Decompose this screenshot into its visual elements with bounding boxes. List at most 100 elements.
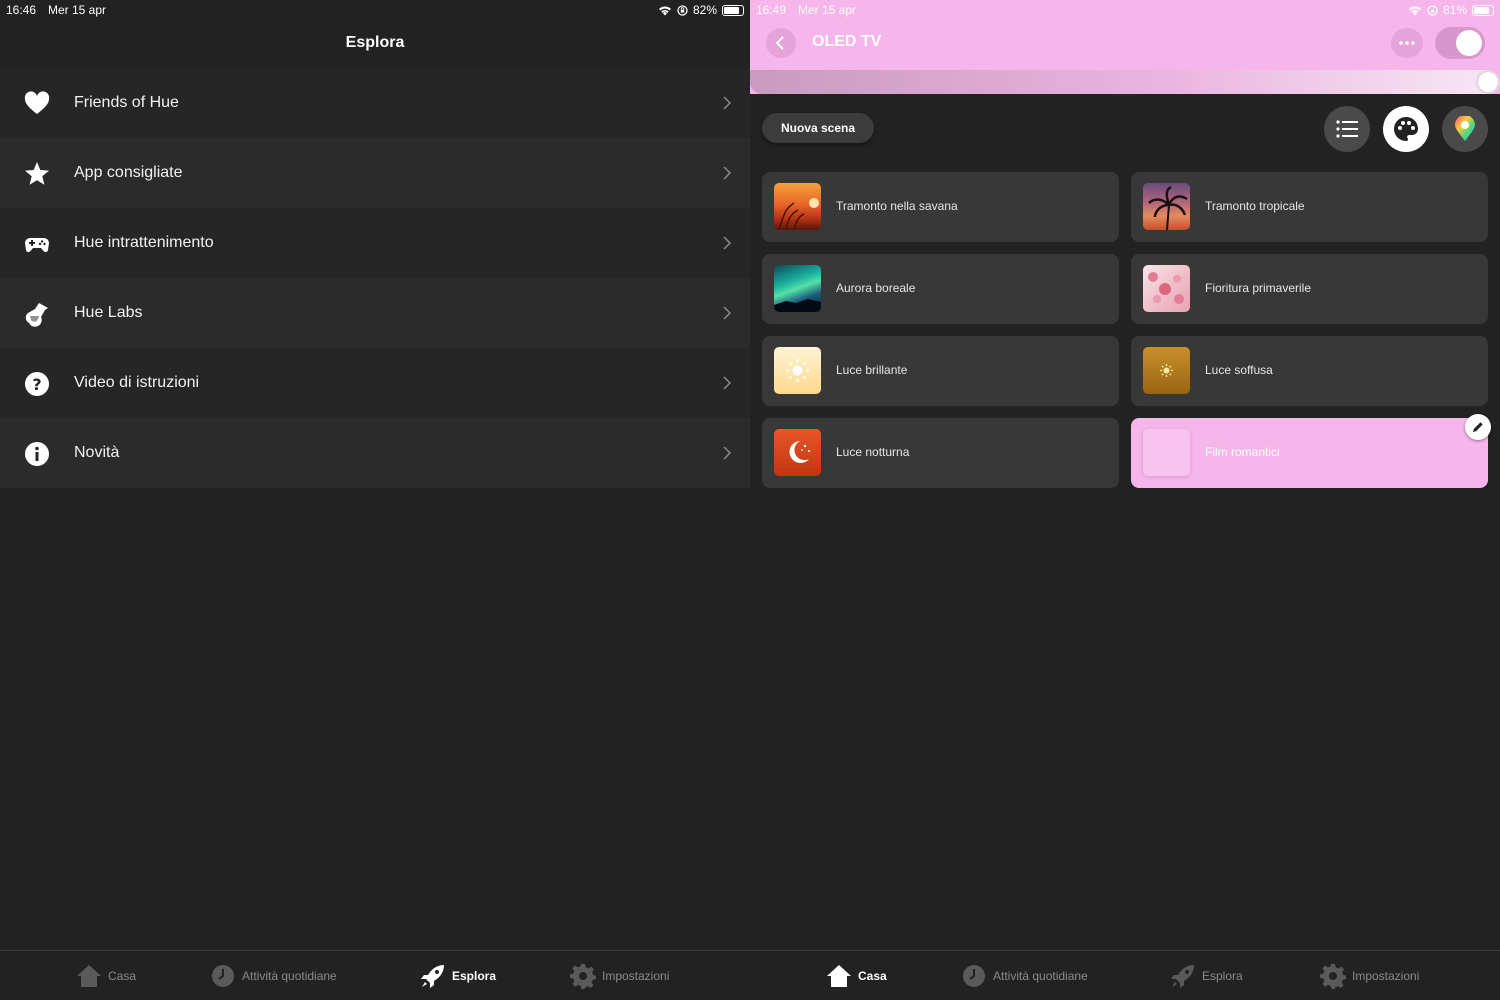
home-icon: [827, 965, 851, 987]
toggle-knob: [1456, 30, 1482, 56]
tab-attivita-quotidiane[interactable]: Attività quotidiane: [961, 963, 1088, 989]
battery-icon: [1472, 4, 1494, 16]
tab-label: Attività quotidiane: [993, 969, 1088, 983]
scene-card-film-romantici[interactable]: Film romantici: [1131, 418, 1488, 488]
scene-card-aurora-boreale[interactable]: Aurora boreale: [762, 254, 1119, 324]
status-bar: 16:49 Mer 15 apr 81%: [750, 0, 1500, 20]
room-header: 16:49 Mer 15 apr 81% OLED TV: [750, 0, 1500, 94]
tab-casa[interactable]: Casa: [826, 963, 887, 989]
chevron-right-icon: [723, 446, 732, 460]
scene-name: Aurora boreale: [836, 281, 916, 295]
status-bar: 16:46 Mer 15 apr 82%: [0, 0, 750, 20]
wifi-icon: [658, 6, 671, 15]
back-button[interactable]: [766, 28, 796, 58]
menu-item-label: Video di istruzioni: [74, 374, 200, 391]
scene-card-fioritura-primaverile[interactable]: Fioritura primaverile: [1131, 254, 1488, 324]
list-icon: [1336, 120, 1358, 138]
menu-item-label: Novità: [74, 444, 120, 461]
scene-thumbnail: [774, 183, 821, 230]
new-scene-button[interactable]: Nuova scena: [762, 113, 874, 143]
heart-icon: [24, 91, 50, 114]
clock-icon: [212, 965, 234, 987]
scene-card-luce-notturna[interactable]: Luce notturna: [762, 418, 1119, 488]
tab-label: Attività quotidiane: [242, 969, 337, 983]
color-picker-icon: [1455, 116, 1475, 141]
brightness-slider[interactable]: [750, 70, 1500, 94]
scene-name: Tramonto tropicale: [1205, 199, 1305, 213]
gamepad-icon: [25, 238, 49, 253]
rocket-icon: [421, 965, 444, 988]
menu-item-app-consigliate[interactable]: App consigliate: [0, 138, 750, 208]
scene-thumbnail: [774, 429, 821, 476]
status-date: Mer 15 apr: [48, 3, 107, 17]
pencil-icon: [1473, 422, 1483, 432]
chevron-right-icon: [723, 376, 732, 390]
tab-label: Impostazioni: [602, 969, 670, 983]
scene-card-tramonto-nella-savana[interactable]: Tramonto nella savana: [762, 172, 1119, 242]
tab-esplora[interactable]: Esplora: [420, 963, 496, 989]
chevron-right-icon: [723, 96, 732, 110]
status-indicators: 82%: [658, 3, 744, 17]
scene-name: Film romantici: [1205, 445, 1280, 459]
more-icon: [1399, 41, 1415, 45]
rocket-icon: [1171, 965, 1194, 988]
room-power-toggle[interactable]: [1435, 27, 1485, 59]
tab-label: Impostazioni: [1352, 969, 1420, 983]
chevron-right-icon: [723, 166, 732, 180]
scene-card-tramonto-tropicale[interactable]: Tramonto tropicale: [1131, 172, 1488, 242]
menu-item-novita[interactable]: Novità: [0, 418, 750, 488]
scene-name: Luce notturna: [836, 445, 910, 459]
scene-name: Fioritura primaverile: [1205, 281, 1312, 295]
menu-item-label: App consigliate: [74, 164, 183, 181]
menu-item-video-di-istruzioni[interactable]: ? Video di istruzioni: [0, 348, 750, 418]
tab-label: Casa: [108, 969, 137, 983]
tab-bar: Casa Attività quotidiane Esplora Imposta…: [0, 950, 750, 1000]
scene-thumbnail: [1143, 429, 1190, 476]
clock-icon: [963, 965, 985, 987]
scene-name: Luce soffusa: [1205, 363, 1273, 377]
tab-casa[interactable]: Casa: [76, 963, 136, 989]
tab-attivita-quotidiane[interactable]: Attività quotidiane: [210, 963, 337, 989]
tab-label: Esplora: [1202, 969, 1243, 983]
info-icon: [25, 442, 49, 466]
scene-thumbnail: [774, 347, 821, 394]
star-icon: [25, 162, 49, 185]
tab-impostazioni[interactable]: Impostazioni: [1320, 963, 1419, 989]
brightness-slider-thumb[interactable]: [1478, 72, 1498, 92]
palette-icon: [1394, 117, 1418, 141]
battery-percent: 82%: [692, 3, 717, 17]
status-date: Mer 15 apr: [798, 3, 857, 17]
menu-item-hue-labs[interactable]: Hue Labs: [0, 278, 750, 348]
scene-card-luce-brillante[interactable]: Luce brillante: [762, 336, 1119, 406]
edit-scene-button[interactable]: [1465, 414, 1491, 440]
scene-thumbnail: [1143, 347, 1190, 394]
page-title: Esplora: [345, 34, 405, 51]
menu-item-hue-intrattenimento[interactable]: Hue intrattenimento: [0, 208, 750, 278]
menu-item-friends-of-hue[interactable]: Friends of Hue: [0, 68, 750, 138]
scene-gallery-button[interactable]: [1383, 106, 1429, 152]
scene-thumbnail: [1143, 183, 1190, 230]
room-scenes-screen: 16:49 Mer 15 apr 81% OLED TV Nuova scena: [750, 0, 1500, 1000]
scene-name: Luce brillante: [836, 363, 908, 377]
menu-item-label: Friends of Hue: [74, 94, 179, 111]
status-time: 16:46: [6, 3, 37, 17]
explore-screen: 16:46 Mer 15 apr 82% Esplora Friends of …: [0, 0, 750, 1000]
gear-icon: [1320, 964, 1346, 989]
chevron-left-icon: [775, 36, 784, 50]
more-options-button[interactable]: [1391, 28, 1423, 58]
color-picker-button[interactable]: [1442, 106, 1488, 152]
list-view-button[interactable]: [1324, 106, 1370, 152]
battery-icon: [722, 4, 744, 16]
tab-bar: Casa Attività quotidiane Esplora Imposta…: [750, 950, 1500, 1000]
tab-esplora[interactable]: Esplora: [1170, 963, 1243, 989]
wifi-icon: [1408, 6, 1421, 15]
home-icon: [77, 965, 101, 987]
sun-icon: [786, 359, 809, 382]
moon-icon: [789, 441, 810, 463]
tab-impostazioni[interactable]: Impostazioni: [570, 963, 669, 989]
dim-sun-icon: [1160, 364, 1173, 377]
orientation-lock-icon: [1427, 4, 1438, 16]
menu-item-label: Hue intrattenimento: [74, 234, 214, 251]
tab-label: Casa: [858, 969, 887, 983]
scene-card-luce-soffusa[interactable]: Luce soffusa: [1131, 336, 1488, 406]
